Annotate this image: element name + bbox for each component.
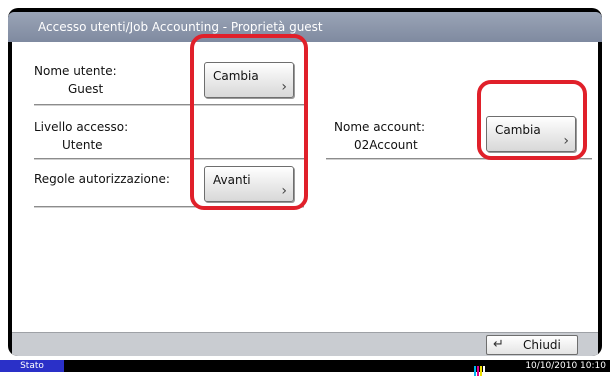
- properties-panel: Nome utente: Guest Cambia › Livello acce…: [12, 42, 598, 332]
- divider: [34, 206, 304, 208]
- screen-frame: Accesso utenti/Job Accounting - Propriet…: [8, 8, 602, 356]
- change-user-name-label: Cambia: [213, 69, 259, 83]
- chevron-right-icon: ›: [281, 183, 287, 199]
- access-level-label: Livello accesso:: [34, 120, 129, 134]
- return-arrow-icon: ↵: [493, 337, 504, 352]
- bottom-bar: ↵ Chiudi: [12, 332, 598, 356]
- status-button[interactable]: Stato: [0, 360, 64, 372]
- user-name-value: Guest: [68, 82, 104, 96]
- close-label: Chiudi: [523, 338, 561, 352]
- auth-rules-next-label: Avanti: [213, 173, 251, 187]
- change-account-label: Cambia: [495, 123, 541, 137]
- auth-rules-next-button[interactable]: Avanti ›: [204, 166, 294, 202]
- datetime: 10/10/2010 10:10: [525, 361, 606, 371]
- account-name-value: 02Account: [354, 138, 418, 152]
- chevron-right-icon: ›: [563, 133, 569, 149]
- change-account-button[interactable]: Cambia ›: [486, 116, 576, 152]
- close-button[interactable]: ↵ Chiudi: [486, 335, 578, 355]
- chevron-right-icon: ›: [281, 79, 287, 95]
- status-bar: Stato 10/10/2010 10:10: [0, 360, 610, 376]
- toner-level-icon: [474, 361, 486, 376]
- window-title: Accesso utenti/Job Accounting - Propriet…: [8, 12, 602, 42]
- divider: [326, 158, 592, 160]
- divider: [34, 104, 304, 106]
- access-level-value: Utente: [62, 138, 103, 152]
- divider: [34, 158, 304, 160]
- auth-rules-label: Regole autorizzazione:: [34, 172, 170, 186]
- user-name-label: Nome utente:: [34, 64, 117, 78]
- change-user-name-button[interactable]: Cambia ›: [204, 62, 294, 98]
- account-name-label: Nome account:: [334, 120, 426, 134]
